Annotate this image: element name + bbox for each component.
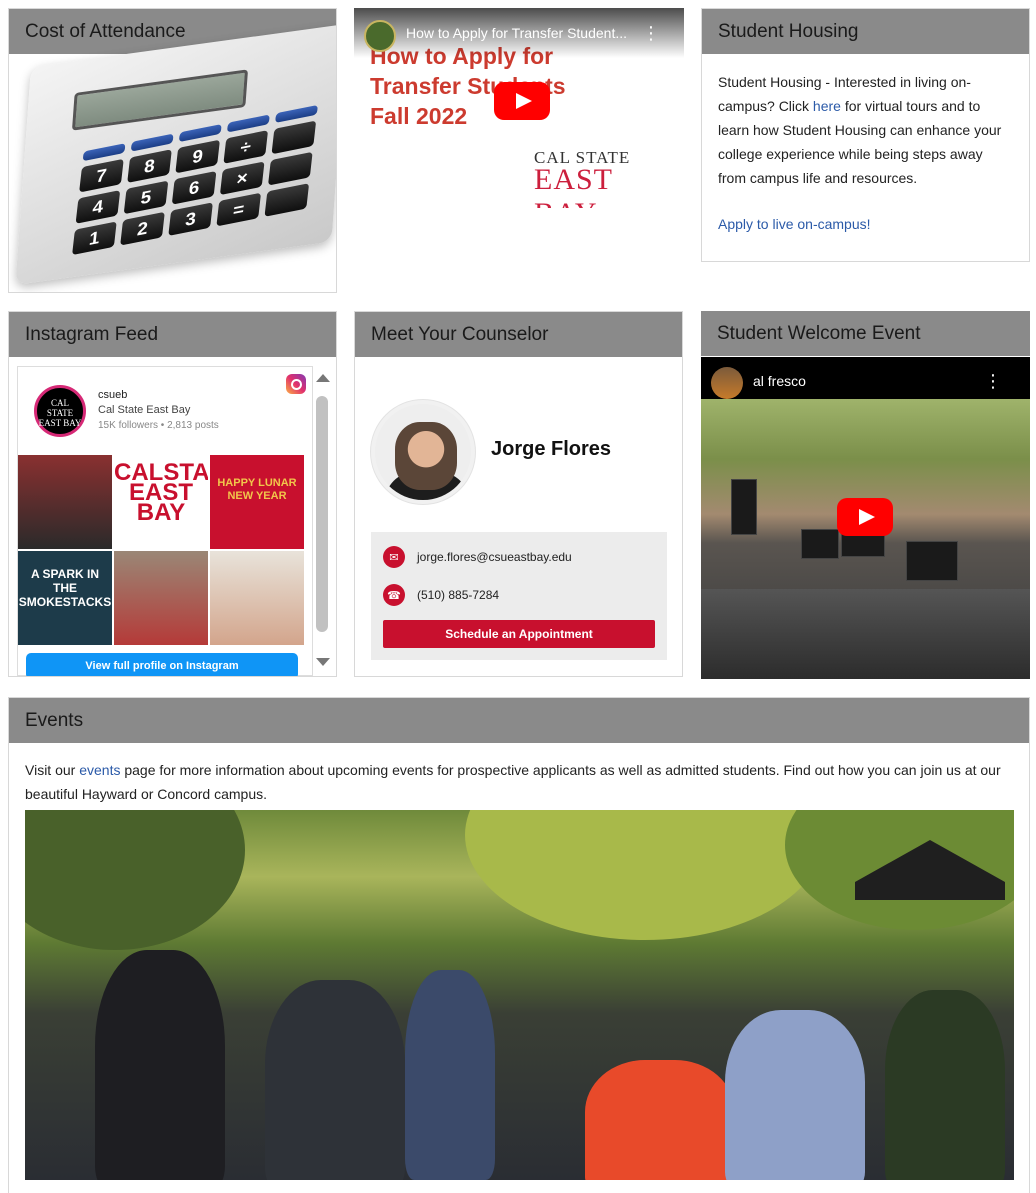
- events-description: Visit our events page for more informati…: [25, 762, 1001, 802]
- student-housing-card: Student Housing Student Housing - Intere…: [701, 8, 1030, 262]
- instagram-post[interactable]: [114, 551, 208, 645]
- channel-avatar[interactable]: [364, 20, 396, 52]
- instagram-avatar[interactable]: CAL STATE EAST BAY: [34, 385, 86, 437]
- card-title: Student Housing: [702, 9, 1029, 54]
- housing-here-link[interactable]: here: [813, 98, 841, 114]
- student-welcome-event-card: Student Welcome Event al fresco ⋮: [701, 311, 1030, 681]
- counselor-phone[interactable]: (510) 885-7284: [417, 588, 499, 602]
- counselor-email[interactable]: jorge.flores@csueastbay.edu: [417, 550, 572, 564]
- more-options-icon[interactable]: ⋮: [984, 371, 1002, 392]
- instagram-feed-card: Instagram Feed CAL STATE EAST BAY csueb …: [8, 311, 337, 677]
- calculator-image: 7 8 9 ÷ 4 5 6 × 1 2 3 =: [15, 23, 336, 285]
- welcome-video-embed[interactable]: al fresco ⋮: [701, 357, 1030, 679]
- video-term-text: Fall 2022: [370, 103, 468, 129]
- phone-row[interactable]: ☎ (510) 885-7284: [383, 584, 499, 606]
- scroll-thumb[interactable]: [316, 396, 328, 632]
- view-instagram-profile-button[interactable]: View full profile on Instagram: [26, 653, 298, 676]
- play-button-icon[interactable]: [837, 498, 893, 536]
- card-title: Events: [9, 698, 1029, 743]
- counselor-avatar: [371, 400, 475, 504]
- instagram-name: Cal State East Bay: [98, 404, 191, 416]
- schedule-appointment-button[interactable]: Schedule an Appointment: [383, 620, 655, 648]
- instagram-post[interactable]: CALSTATE EAST BAY: [114, 455, 208, 549]
- meet-your-counselor-card: Meet Your Counselor Jorge Flores ✉ jorge…: [354, 311, 683, 677]
- card-title: Student Welcome Event: [701, 311, 1030, 356]
- cost-of-attendance-card: Cost of Attendance 7 8 9 ÷ 4 5 6 × 1 2 3…: [8, 8, 337, 293]
- transfer-video-embed[interactable]: How to Apply for Transfer Students Fall …: [354, 8, 684, 208]
- instagram-stats: 15K followers • 2,813 posts: [98, 420, 219, 431]
- apply-on-campus-link[interactable]: Apply to live on-campus!: [718, 212, 1013, 236]
- email-row[interactable]: ✉ jorge.flores@csueastbay.edu: [383, 546, 572, 568]
- video-bar-title[interactable]: How to Apply for Transfer Student...: [406, 25, 627, 41]
- phone-icon: ☎: [383, 584, 405, 606]
- events-crowd-photo: [25, 810, 1014, 1180]
- card-title: Instagram Feed: [9, 312, 336, 357]
- more-options-icon[interactable]: ⋮: [642, 23, 660, 44]
- events-card: Events Visit our events page for more in…: [8, 697, 1030, 1193]
- instagram-icon[interactable]: [286, 374, 306, 394]
- channel-avatar[interactable]: [711, 367, 743, 399]
- housing-description: Student Housing - Interested in living o…: [702, 54, 1029, 236]
- csueb-logo-text: EAST BAY: [534, 163, 613, 208]
- feed-scrollbar[interactable]: [314, 370, 330, 670]
- play-button-icon[interactable]: [494, 82, 550, 120]
- instagram-post[interactable]: [210, 551, 304, 645]
- card-title: Meet Your Counselor: [355, 312, 682, 357]
- contact-box: ✉ jorge.flores@csueastbay.edu ☎ (510) 88…: [371, 532, 667, 660]
- instagram-post[interactable]: [18, 455, 112, 549]
- video-top-bar: How to Apply for Transfer Student...: [354, 8, 684, 58]
- scroll-down-icon[interactable]: [316, 658, 330, 666]
- email-icon: ✉: [383, 546, 405, 568]
- instagram-post[interactable]: A SPARK IN THE SMOKESTACKS: [18, 551, 112, 645]
- instagram-post[interactable]: HAPPY LUNAR NEW YEAR: [210, 455, 304, 549]
- events-link[interactable]: events: [79, 762, 120, 778]
- counselor-name: Jorge Flores: [491, 438, 612, 460]
- instagram-widget: CAL STATE EAST BAY csueb Cal State East …: [17, 366, 313, 676]
- scroll-up-icon[interactable]: [316, 374, 330, 382]
- instagram-handle[interactable]: csueb: [98, 389, 127, 401]
- video-title[interactable]: al fresco: [753, 373, 806, 389]
